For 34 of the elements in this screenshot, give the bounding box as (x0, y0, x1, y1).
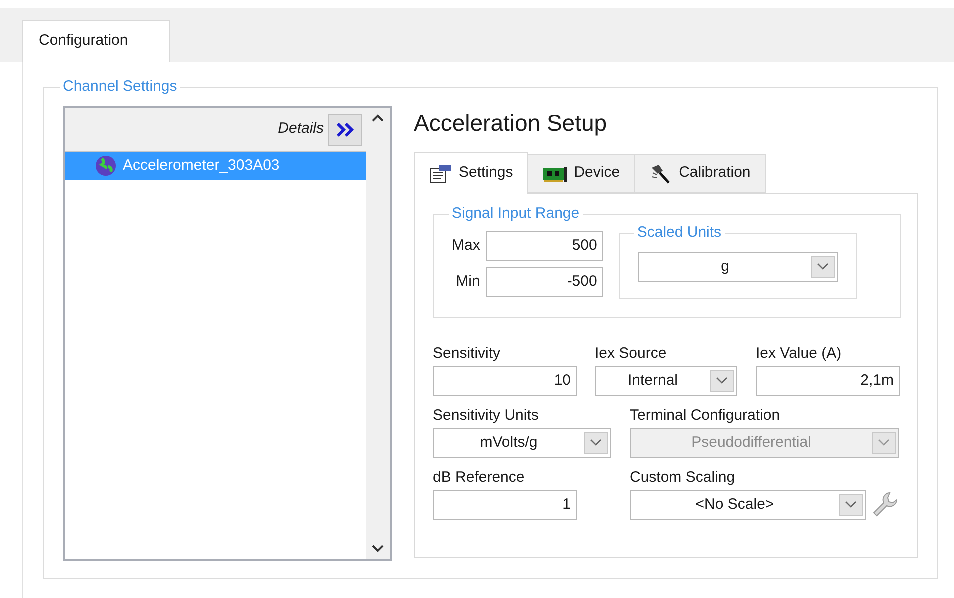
field-label: Iex Source (595, 344, 668, 364)
scroll-down-icon (372, 545, 384, 553)
dropdown[interactable]: <No Scale> (630, 490, 866, 520)
settings-sheet-icon (429, 162, 453, 184)
field-label: Sensitivity (433, 344, 502, 364)
field-label: Iex Value (A) (756, 344, 843, 364)
group-title: Signal Input Range (449, 204, 583, 224)
field-label: Sensitivity Units (433, 406, 540, 426)
max-label: Max (452, 236, 480, 256)
section-title: Acceleration Setup (414, 109, 608, 138)
circuit-board-icon (542, 164, 568, 182)
tab[interactable]: Settings (414, 152, 528, 194)
group-title: Channel Settings (60, 77, 180, 97)
tab[interactable]: Calibration (634, 154, 766, 193)
tab[interactable]: Device (527, 154, 636, 193)
field-label: Terminal Configuration (630, 406, 782, 426)
dropdown[interactable]: Internal (595, 366, 737, 396)
number-field[interactable]: 500 (486, 231, 604, 261)
min-label: Min (456, 272, 480, 292)
channel-name: Accelerometer_303A03 (123, 156, 280, 176)
globe-icon (95, 155, 117, 177)
dropdown[interactable]: mVolts/g (433, 428, 611, 458)
tab[interactable]: Configuration (22, 20, 170, 62)
dropdown[interactable]: g (638, 252, 838, 282)
number-field[interactable]: -500 (486, 267, 604, 297)
double-chevron-icon (335, 122, 355, 138)
expand-button[interactable] (328, 114, 362, 146)
scroll-up-icon (372, 114, 384, 122)
field-label: Custom Scaling (630, 468, 736, 488)
number-field[interactable]: 1 (433, 490, 577, 520)
number-field[interactable]: 2,1m (756, 366, 900, 396)
details-label: Details (278, 119, 324, 140)
number-field[interactable]: 10 (433, 366, 577, 396)
field-label: dB Reference (433, 468, 526, 488)
